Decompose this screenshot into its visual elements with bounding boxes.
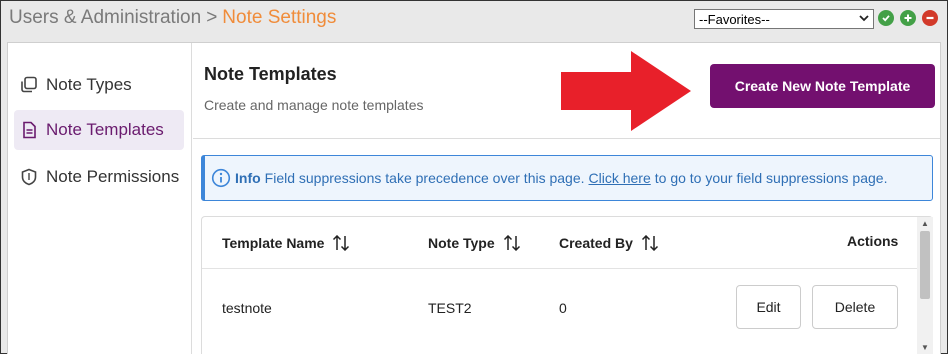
create-new-note-template-button[interactable]: Create New Note Template bbox=[710, 64, 935, 108]
info-text-after: to go to your field suppressions page. bbox=[654, 170, 888, 186]
scroll-thumb[interactable] bbox=[920, 231, 930, 299]
sort-icon bbox=[503, 235, 520, 251]
favorites-selected-value: --Favorites-- bbox=[699, 11, 770, 27]
breadcrumb: Users & Administration > Note Settings bbox=[9, 7, 336, 29]
page-header: Note Templates Create and manage note te… bbox=[193, 43, 940, 139]
column-header-note-type[interactable]: Note Type bbox=[428, 235, 521, 251]
copy-icon bbox=[21, 76, 37, 93]
breadcrumb-parent[interactable]: Users & Administration bbox=[9, 7, 201, 28]
breadcrumb-separator: > bbox=[206, 7, 218, 28]
template-name-cell: testnote bbox=[222, 300, 272, 316]
settings-panel: Note Types Note Templates Note Permissio… bbox=[7, 42, 941, 354]
info-text: Field suppressions take precedence over … bbox=[264, 170, 585, 186]
column-label: Template Name bbox=[222, 235, 325, 251]
column-label: Note Type bbox=[428, 235, 495, 251]
minus-icon[interactable] bbox=[922, 10, 938, 26]
column-label: Created By bbox=[559, 235, 633, 251]
info-banner: Info Field suppressions take precedence … bbox=[201, 155, 933, 201]
sidebar-item-note-types[interactable]: Note Types bbox=[14, 65, 184, 105]
sidebar-item-label: Note Permissions bbox=[46, 167, 180, 186]
sort-icon bbox=[333, 235, 350, 251]
red-arrow-annotation bbox=[561, 51, 691, 131]
note-type-cell: TEST2 bbox=[428, 300, 472, 316]
info-icon bbox=[211, 168, 231, 188]
chevron-down-icon bbox=[859, 13, 869, 25]
favorites-select[interactable]: --Favorites-- bbox=[694, 9, 874, 29]
sidebar: Note Types Note Templates Note Permissio… bbox=[8, 43, 192, 354]
sidebar-item-note-templates[interactable]: Note Templates bbox=[14, 110, 184, 150]
scroll-up-icon[interactable]: ▲ bbox=[921, 219, 929, 228]
sidebar-item-label: Note Templates bbox=[46, 120, 164, 139]
main-content: Note Templates Create and manage note te… bbox=[193, 43, 940, 354]
column-header-created-by[interactable]: Created By bbox=[559, 235, 659, 251]
edit-button[interactable]: Edit bbox=[736, 285, 801, 329]
table-scrollbar[interactable]: ▲ ▼ bbox=[917, 217, 933, 354]
delete-button[interactable]: Delete bbox=[812, 285, 898, 329]
plus-icon[interactable] bbox=[900, 10, 916, 26]
info-label: Info bbox=[235, 170, 261, 186]
page-title: Note Templates bbox=[204, 64, 337, 84]
column-label: Actions bbox=[847, 233, 899, 249]
scroll-down-icon[interactable]: ▼ bbox=[921, 343, 929, 352]
sidebar-item-label: Note Types bbox=[46, 75, 132, 94]
created-by-cell: 0 bbox=[559, 300, 567, 316]
check-icon[interactable] bbox=[878, 10, 894, 26]
shield-icon bbox=[21, 168, 37, 186]
app-window: Users & Administration > Note Settings --F… bbox=[0, 0, 948, 354]
field-suppressions-link[interactable]: Click here bbox=[589, 170, 651, 186]
sidebar-item-note-permissions[interactable]: Note Permissions bbox=[14, 157, 184, 197]
templates-table: Template Name Note Type Created By Actio… bbox=[201, 216, 933, 354]
page-subtitle: Create and manage note templates bbox=[204, 97, 424, 113]
column-header-template-name[interactable]: Template Name bbox=[222, 235, 350, 251]
breadcrumb-current: Note Settings bbox=[222, 7, 337, 28]
sort-icon bbox=[641, 235, 658, 251]
table-header: Template Name Note Type Created By Actio… bbox=[202, 217, 917, 269]
document-icon bbox=[23, 121, 36, 139]
column-header-actions: Actions bbox=[847, 233, 898, 249]
top-bar: Users & Administration > Note Settings --F… bbox=[1, 1, 947, 39]
